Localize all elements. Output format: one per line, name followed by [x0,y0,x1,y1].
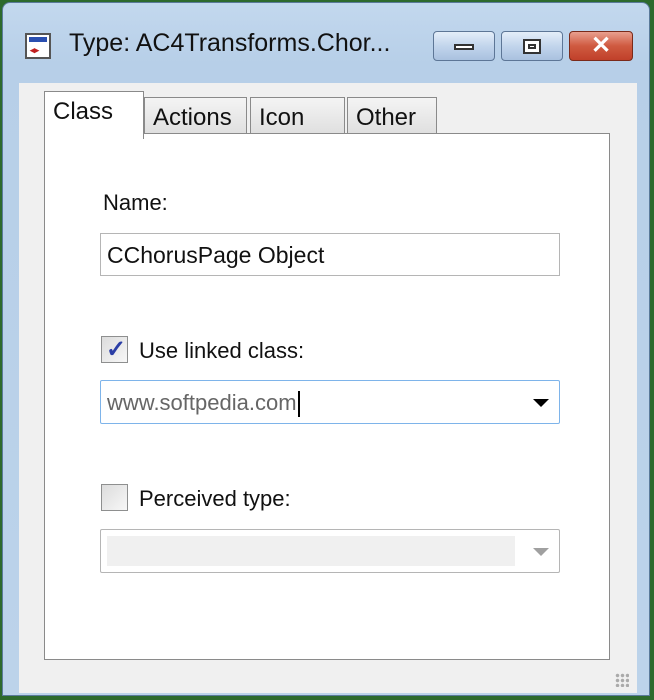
maximize-button[interactable] [501,31,563,61]
linked-class-combobox[interactable]: www.softpedia.com [100,380,560,424]
dropdown-arrow-icon[interactable] [533,399,549,407]
perceived-type-checkbox[interactable] [101,484,128,511]
perceived-type-value [107,536,515,566]
close-button[interactable]: ✕ [569,31,633,61]
text-cursor [297,391,300,418]
class-tab-panel: Name: CChorusPage Object Use linked clas… [44,133,610,660]
maximize-icon [523,39,541,54]
perceived-type-label: Perceived type: [139,486,291,511]
use-linked-class-label: Use linked class: [139,338,305,363]
minimize-icon [454,44,474,50]
linked-class-value: www.softpedia.com [107,390,297,415]
window-app-icon: ◂▸ [25,33,51,59]
dropdown-arrow-icon [533,548,549,556]
use-linked-class-checkbox[interactable] [101,335,128,364]
close-icon: ✕ [590,32,612,59]
dialog-client: Class Actions Icon Other Name: CChorusPa… [19,83,637,693]
perceived-type-combobox [100,529,560,573]
name-input[interactable]: CChorusPage Object [100,233,560,276]
dialog-window: ◂▸ Type: AC4Transforms.Chor... ✕ Class A… [2,2,650,696]
minimize-button[interactable] [433,31,495,61]
window-title: Type: AC4Transforms.Chor... [69,29,391,57]
tab-class[interactable]: Class [44,91,144,139]
name-label: Name: [103,190,168,215]
resize-grip[interactable] [615,673,629,687]
